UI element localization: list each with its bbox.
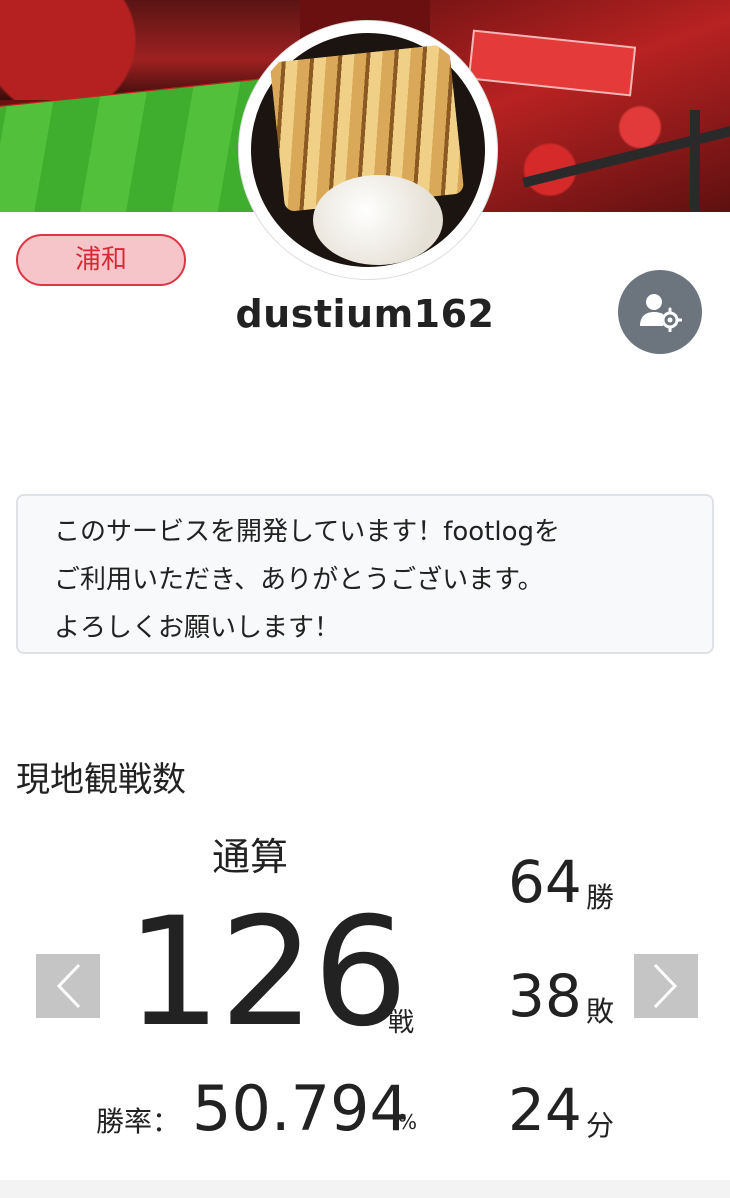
prev-period-button[interactable] [36, 954, 100, 1018]
section-title: 現地観戦数 [16, 760, 186, 800]
bio-line: よろしくお願いします！ [54, 613, 341, 643]
profile-settings-button[interactable] [618, 270, 702, 354]
losses-count: 38 [508, 962, 582, 1030]
bio-line: このサービスを開発しています！footlogを [54, 517, 561, 547]
next-period-button[interactable] [634, 954, 698, 1018]
win-rate-value: 50.794 [192, 1072, 409, 1145]
total-matches: 126 [126, 886, 408, 1060]
wins-unit: 勝 [586, 881, 615, 914]
cover-post [690, 110, 700, 212]
win-rate-unit: % [398, 1110, 418, 1134]
total-matches-unit: 戦 [388, 1008, 415, 1038]
user-gear-icon [640, 294, 682, 332]
draws-count: 24 [508, 1076, 582, 1144]
team-badge: 浦和 [16, 234, 186, 286]
chevron-left-icon [56, 963, 81, 1009]
bio-box: このサービスを開発しています！footlogを ご利用いただき、ありがとうござい… [16, 494, 714, 654]
period-label: 通算 [211, 835, 288, 879]
losses-unit: 敗 [586, 995, 615, 1028]
avatar [239, 21, 497, 279]
avatar-rice [313, 175, 443, 265]
draws-unit: 分 [586, 1109, 615, 1142]
wins-count: 64 [508, 848, 582, 916]
chevron-right-icon [653, 963, 678, 1009]
win-rate-label: 勝率： [96, 1105, 181, 1138]
bio-line: ご利用いただき、ありがとうございます。 [54, 565, 544, 595]
footer-divider [0, 1180, 730, 1198]
